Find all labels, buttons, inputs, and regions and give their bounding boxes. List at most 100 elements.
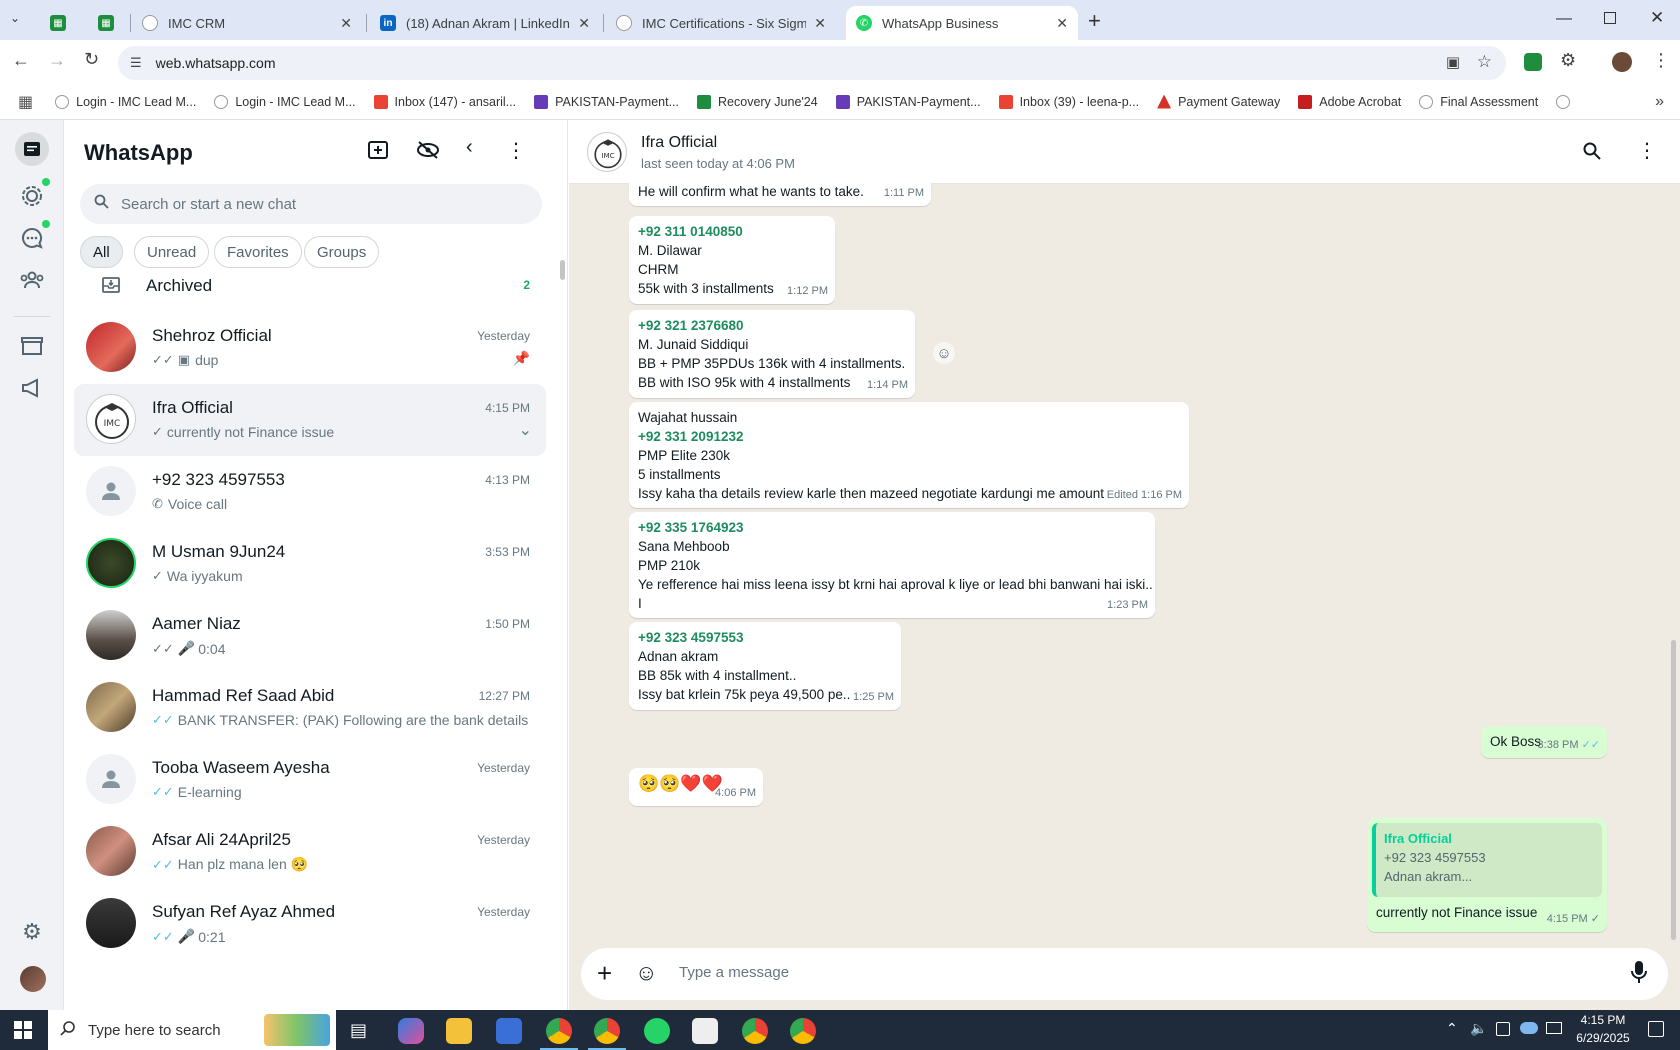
list-scrollbar[interactable] <box>560 260 565 280</box>
volume-icon[interactable]: 🔈 <box>1470 1020 1487 1037</box>
sticker-emoji-icon[interactable]: ☺ <box>635 960 657 986</box>
chat-item-hammad-ref-saad-abid[interactable]: Hammad Ref Saad Abid 12:27 PM ✓✓ BANK TRA… <box>74 672 546 744</box>
url-field[interactable]: ☰ web.whatsapp.com ▣ ☆ <box>118 46 1506 80</box>
tab-imc-certifications[interactable]: IMC Certifications - Six Sigma G ✕ <box>606 6 836 40</box>
bookmark-star-icon[interactable]: ☆ <box>1477 52 1492 72</box>
bookmark-item[interactable]: Login - IMC Lead M... <box>55 94 196 109</box>
tab-sheets-1[interactable]: ▦ <box>40 6 80 40</box>
copilot-icon[interactable] <box>398 1018 424 1044</box>
phone-number-link[interactable]: +92 335 1764923 <box>638 518 1147 537</box>
back-icon[interactable]: ← <box>12 50 30 71</box>
bookmark-item[interactable]: Login - IMC Lead M... <box>214 94 356 109</box>
tab-search-icon[interactable]: ⌄ <box>10 11 28 29</box>
message-incoming[interactable]: +92 335 1764923 Sana Mehboob PMP 210k Ye… <box>629 512 1155 618</box>
site-info-icon[interactable]: ☰ <box>130 55 142 71</box>
task-view-icon[interactable]: ▤ <box>350 1020 367 1041</box>
bookmark-item[interactable]: Inbox (147) - ansaril... <box>373 94 516 109</box>
taskbar-search[interactable]: Type here to search <box>48 1010 336 1050</box>
message-outgoing-reply[interactable]: Ifra Official +92 323 4597553 Adnan akra… <box>1367 818 1607 932</box>
apps-grid-icon[interactable]: ▦ <box>18 92 33 112</box>
forward-icon[interactable]: → <box>48 50 66 71</box>
chat-item-afsar-ali[interactable]: Afsar Ali 24April25 Yesterday ✓✓ Han plz … <box>74 816 546 888</box>
clock-app-icon[interactable] <box>692 1018 718 1044</box>
close-tab-icon[interactable]: ✕ <box>340 15 352 32</box>
close-window-icon[interactable]: ✕ <box>1650 8 1664 28</box>
phone-number-link[interactable]: +92 321 2376680 <box>638 316 907 335</box>
new-tab-icon[interactable]: + <box>1088 8 1101 34</box>
app-icon[interactable] <box>496 1018 522 1044</box>
chat-item-sufyan-ref-ayaz-ahmed[interactable]: Sufyan Ref Ayaz Ahmed Yesterday ✓✓ 🎤 0:21 <box>74 888 546 960</box>
chat-item-ifra-official[interactable]: IMC Ifra Official 4:15 PM ✓ currently not… <box>74 384 546 456</box>
more-bookmarks-icon[interactable]: » <box>1655 93 1664 111</box>
windows-start-icon[interactable] <box>14 1021 32 1044</box>
minimize-icon[interactable]: — <box>1556 10 1572 28</box>
menu-icon[interactable]: ⋮ <box>1637 138 1657 163</box>
chat-item-m-usman[interactable]: M Usman 9Jun24 3:53 PM ✓ Wa iyyakum <box>74 528 546 600</box>
my-profile-avatar[interactable] <box>20 966 46 992</box>
chrome-menu-icon[interactable]: ⋮ <box>1652 50 1670 71</box>
message-input[interactable]: Type a message <box>679 964 789 981</box>
advertise-megaphone-icon[interactable] <box>18 374 46 402</box>
attach-plus-icon[interactable]: + <box>597 958 612 989</box>
catalog-store-icon[interactable] <box>18 332 46 360</box>
chats-icon[interactable] <box>15 132 49 166</box>
imc-icon[interactable] <box>1556 94 1571 109</box>
close-tab-icon[interactable]: ✕ <box>1056 15 1068 32</box>
message-incoming[interactable]: +92 311 0140850 M. Dilawar CHRM 55k with… <box>629 216 835 304</box>
phone-number-link[interactable]: +92 331 2091232 <box>638 427 1181 446</box>
message-incoming[interactable]: +92 321 2376680 M. Junaid Siddiqui BB + … <box>629 310 915 398</box>
bookmark-item[interactable]: Inbox (39) - leena-p... <box>998 94 1139 109</box>
tab-linkedin[interactable]: in (18) Adnan Akram | LinkedIn ✕ <box>370 6 600 40</box>
network-icon[interactable] <box>1546 1022 1562 1034</box>
extension-whatsapp-icon[interactable] <box>1524 53 1542 71</box>
tab-imc-crm[interactable]: IMC CRM ✕ <box>132 6 362 40</box>
close-tab-icon[interactable]: ✕ <box>578 15 590 32</box>
extensions-puzzle-icon[interactable]: ⚙ <box>1560 50 1576 71</box>
settings-gear-icon[interactable]: ⚙ <box>18 918 46 946</box>
message-outgoing[interactable]: Ok Boss 3:38 PM ✓✓ <box>1481 726 1607 758</box>
emoji-react-icon[interactable]: ☺ <box>933 342 955 364</box>
search-box[interactable]: Search or start a new chat <box>80 184 542 224</box>
chat-item-tooba-waseem-ayesha[interactable]: Tooba Waseem Ayesha Yesterday ✓✓ E-learni… <box>74 744 546 816</box>
hide-eye-icon[interactable] <box>416 140 440 165</box>
chrome-icon[interactable] <box>790 1018 816 1044</box>
profile-avatar[interactable] <box>1612 52 1632 72</box>
search-icon[interactable] <box>1583 142 1601 165</box>
chevron-down-icon[interactable]: ⌄ <box>519 420 532 440</box>
clock-date[interactable]: 6/29/2025 <box>1570 1031 1636 1045</box>
message-incoming[interactable]: 🥺🥺❤️❤️ 4:06 PM <box>629 768 763 806</box>
message-incoming[interactable]: Wajahat hussain +92 331 2091232 PMP Elit… <box>629 402 1189 508</box>
message-incoming[interactable]: +92 323 4597553 Adnan akram BB 85k with … <box>629 622 901 710</box>
clock-time[interactable]: 4:15 PM <box>1572 1013 1634 1027</box>
chat-item-phone-number[interactable]: +92 323 4597553 4:13 PM ✆ Voice call <box>74 456 546 528</box>
tray-chevron-icon[interactable]: ⌃ <box>1446 1020 1458 1037</box>
microphone-icon[interactable] <box>1631 960 1647 989</box>
bookmark-item[interactable]: PAKISTAN-Payment... <box>534 94 679 109</box>
channels-icon[interactable] <box>18 224 46 252</box>
tab-sheets-2[interactable]: ▦ <box>88 6 128 40</box>
chat-item-shehroz-official[interactable]: Shehroz Official Yesterday ✓✓ ▣ dup 📌 <box>74 312 546 384</box>
whatsapp-icon[interactable] <box>644 1018 670 1044</box>
chrome-icon[interactable] <box>742 1018 768 1044</box>
install-app-icon[interactable]: ▣ <box>1446 53 1460 71</box>
file-explorer-icon[interactable] <box>446 1018 472 1044</box>
phone-number-link[interactable]: +92 323 4597553 <box>638 628 893 647</box>
archived-row[interactable]: Archived 2 <box>74 262 546 312</box>
quoted-message[interactable]: Ifra Official +92 323 4597553 Adnan akra… <box>1372 823 1602 897</box>
tab-whatsapp-business[interactable]: ✆ WhatsApp Business ✕ <box>846 6 1078 40</box>
close-tab-icon[interactable]: ✕ <box>814 15 826 32</box>
contact-avatar[interactable]: IMC <box>587 132 627 172</box>
bookmark-item[interactable]: Adobe Acrobat <box>1298 94 1401 109</box>
bookmark-item[interactable]: Recovery June'24 <box>697 94 818 109</box>
conversation-scrollbar[interactable] <box>1671 640 1676 940</box>
new-chat-icon[interactable] <box>368 140 390 165</box>
notifications-icon[interactable] <box>1648 1021 1664 1037</box>
menu-icon[interactable]: ⋮ <box>506 138 526 163</box>
phone-number-link[interactable]: +92 311 0140850 <box>638 222 827 241</box>
bookmark-item[interactable]: PAKISTAN-Payment... <box>835 94 981 109</box>
tray-app-icon[interactable] <box>1496 1022 1510 1036</box>
chrome-profile-icon[interactable] <box>594 1018 620 1044</box>
communities-icon[interactable] <box>18 266 46 294</box>
chat-item-aamer-niaz[interactable]: Aamer Niaz 1:50 PM ✓✓ 🎤 0:04 <box>74 600 546 672</box>
collapse-chevron-icon[interactable]: ‹ <box>466 136 473 159</box>
